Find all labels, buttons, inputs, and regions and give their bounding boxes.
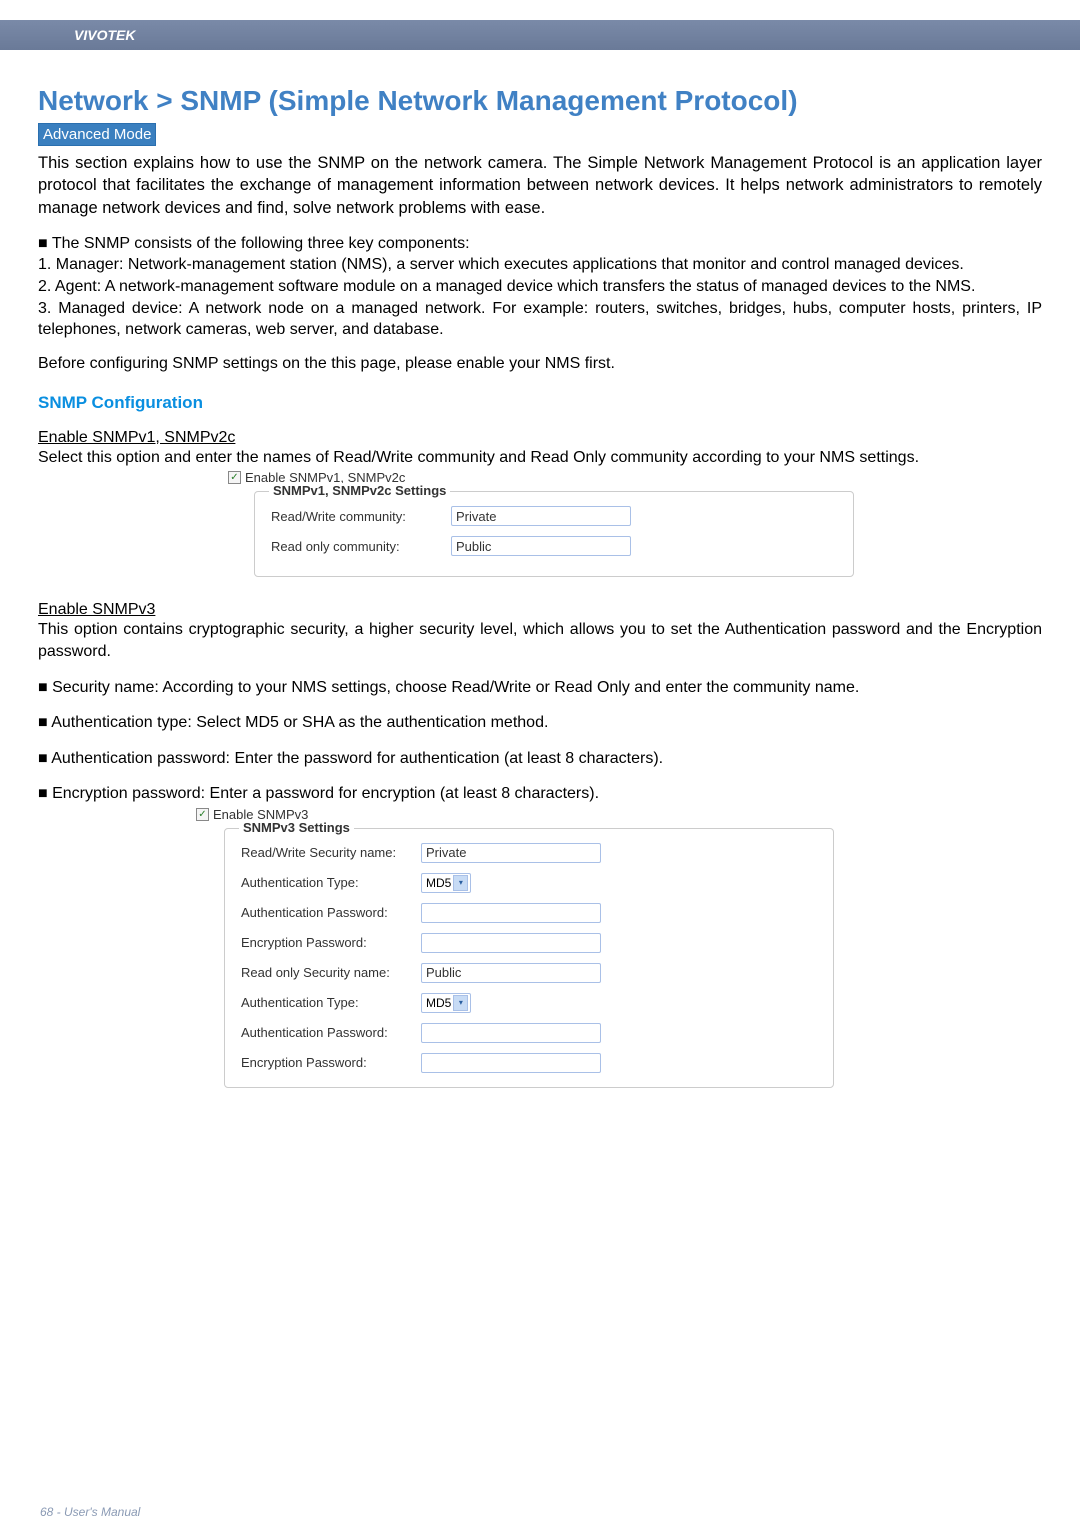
auth-type-row-2: Authentication Type: MD5 ▾: [241, 993, 817, 1013]
rw-community-row: Read/Write community:: [271, 506, 837, 526]
footer: 68 - User's Manual: [0, 1497, 1080, 1527]
intro-paragraph: This section explains how to use the SNM…: [38, 152, 1042, 219]
auth-type-row-1: Authentication Type: MD5 ▾: [241, 873, 817, 893]
enc-pw-label-2: Encryption Password:: [241, 1055, 421, 1070]
enc-pw-input-2[interactable]: [421, 1053, 601, 1073]
footer-text: 68 - User's Manual: [0, 1505, 140, 1519]
enc-pw-input-1[interactable]: [421, 933, 601, 953]
enable-v3-desc: This option contains cryptographic secur…: [38, 619, 1042, 662]
auth-type-label-2: Authentication Type:: [241, 995, 421, 1010]
v3-settings-fieldset: SNMPv3 Settings Read/Write Security name…: [224, 828, 834, 1088]
enc-pw-row-1: Encryption Password:: [241, 933, 817, 953]
before-note: Before configuring SNMP settings on the …: [38, 355, 1042, 373]
ro-sec-name-row: Read only Security name:: [241, 963, 817, 983]
ro-sec-name-input[interactable]: [421, 963, 601, 983]
component-item-2: 2. Agent: A network-management software …: [38, 276, 1042, 298]
chevron-down-icon: ▾: [453, 875, 468, 891]
v3-bullet-auth-type: ■ Authentication type: Select MD5 or SHA…: [38, 712, 1042, 734]
auth-pw-row-2: Authentication Password:: [241, 1023, 817, 1043]
auth-pw-label-2: Authentication Password:: [241, 1025, 421, 1040]
brand-text: VIVOTEK: [74, 27, 135, 43]
header-bar: VIVOTEK: [0, 20, 1080, 50]
v3-bullet-enc-password: ■ Encryption password: Enter a password …: [38, 783, 1042, 805]
component-item-1: 1. Manager: Network-management station (…: [38, 254, 1042, 276]
snmp-config-heading: SNMP Configuration: [38, 393, 1042, 413]
ro-community-input[interactable]: [451, 536, 631, 556]
enc-pw-label-1: Encryption Password:: [241, 935, 421, 950]
enc-pw-row-2: Encryption Password:: [241, 1053, 817, 1073]
enable-v1v2-heading: Enable SNMPv1, SNMPv2c: [38, 429, 1042, 447]
ro-community-row: Read only community:: [271, 536, 837, 556]
v3-bullets: ■ Security name: According to your NMS s…: [38, 677, 1042, 805]
rw-sec-name-label: Read/Write Security name:: [241, 845, 421, 860]
component-item-3: 3. Managed device: A network node on a m…: [38, 298, 1042, 341]
auth-type-select-1[interactable]: MD5 ▾: [421, 873, 471, 893]
v1v2-settings-fieldset: SNMPv1, SNMPv2c Settings Read/Write comm…: [254, 491, 854, 577]
v1v2-legend: SNMPv1, SNMPv2c Settings: [269, 483, 450, 498]
auth-type-select-2[interactable]: MD5 ▾: [421, 993, 471, 1013]
enable-v3-heading: Enable SNMPv3: [38, 601, 1042, 619]
rw-sec-name-input[interactable]: [421, 843, 601, 863]
auth-pw-input-1[interactable]: [421, 903, 601, 923]
checkbox-v1v2[interactable]: ✓: [228, 471, 241, 484]
auth-type-label-1: Authentication Type:: [241, 875, 421, 890]
rw-community-input[interactable]: [451, 506, 631, 526]
auth-type-value-1: MD5: [426, 876, 451, 890]
v3-bullet-auth-password: ■ Authentication password: Enter the pas…: [38, 748, 1042, 770]
advanced-mode-badge: Advanced Mode: [38, 123, 156, 146]
content-area: Network > SNMP (Simple Network Managemen…: [0, 50, 1080, 1088]
rw-community-label: Read/Write community:: [271, 509, 451, 524]
ro-sec-name-label: Read only Security name:: [241, 965, 421, 980]
ro-community-label: Read only community:: [271, 539, 451, 554]
rw-sec-name-row: Read/Write Security name:: [241, 843, 817, 863]
page-title: Network > SNMP (Simple Network Managemen…: [38, 85, 1042, 117]
checkbox-v3[interactable]: ✓: [196, 808, 209, 821]
auth-type-value-2: MD5: [426, 996, 451, 1010]
v3-legend: SNMPv3 Settings: [239, 820, 354, 835]
auth-pw-input-2[interactable]: [421, 1023, 601, 1043]
enable-v1v2-desc: Select this option and enter the names o…: [38, 447, 1042, 469]
auth-pw-row-1: Authentication Password:: [241, 903, 817, 923]
components-intro: ■ The SNMP consists of the following thr…: [38, 233, 1042, 255]
chevron-down-icon: ▾: [453, 995, 468, 1011]
auth-pw-label-1: Authentication Password:: [241, 905, 421, 920]
v3-bullet-security-name: ■ Security name: According to your NMS s…: [38, 677, 1042, 699]
